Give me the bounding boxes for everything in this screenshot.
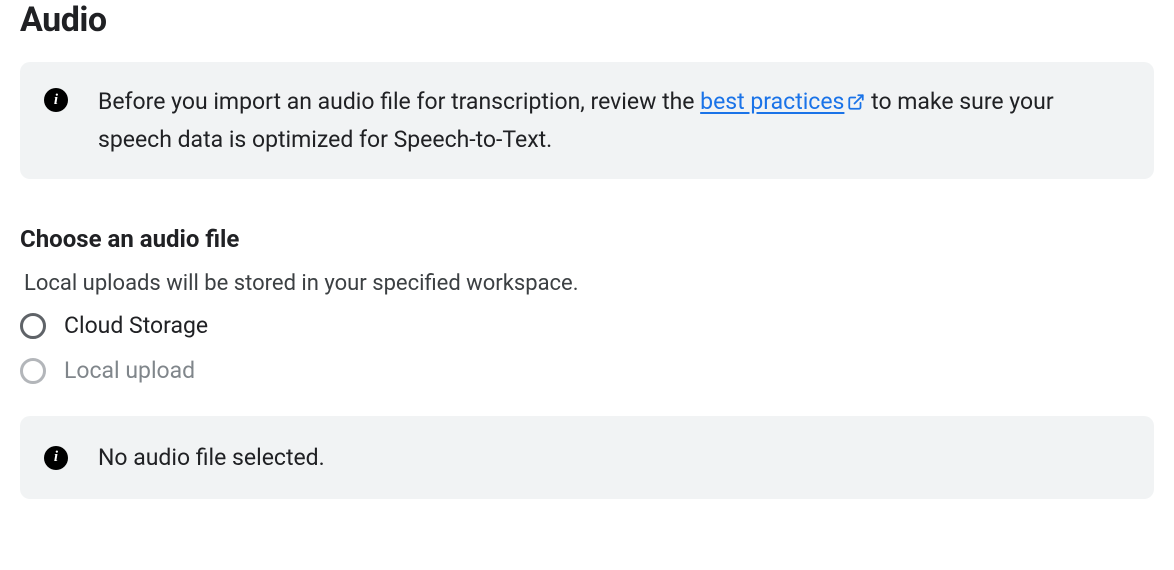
infobox-text-before: Before you import an audio file for tran…	[98, 88, 700, 115]
page-title: Audio	[20, 0, 1154, 40]
choose-audio-heading: Choose an audio file	[20, 225, 1154, 253]
radio-label: Local upload	[64, 357, 195, 384]
file-selection-status-box: i No audio file selected.	[20, 416, 1154, 499]
infobox-text: Before you import an audio file for tran…	[98, 84, 1126, 157]
external-link-icon	[847, 86, 865, 122]
info-icon: i	[44, 446, 68, 470]
radio-circle-icon	[20, 313, 46, 339]
best-practices-link-label: best practices	[700, 88, 844, 115]
radio-option-cloud-storage[interactable]: Cloud Storage	[20, 312, 1154, 339]
radio-circle-icon	[20, 358, 46, 384]
status-text: No audio file selected.	[98, 444, 325, 471]
info-icon: i	[44, 88, 68, 112]
audio-source-radio-group: Cloud Storage Local upload	[20, 312, 1154, 384]
radio-option-local-upload: Local upload	[20, 357, 1154, 384]
radio-label: Cloud Storage	[64, 312, 208, 339]
best-practices-link[interactable]: best practices	[700, 88, 865, 115]
best-practices-infobox: i Before you import an audio file for tr…	[20, 62, 1154, 179]
helper-text: Local uploads will be stored in your spe…	[20, 271, 1154, 296]
